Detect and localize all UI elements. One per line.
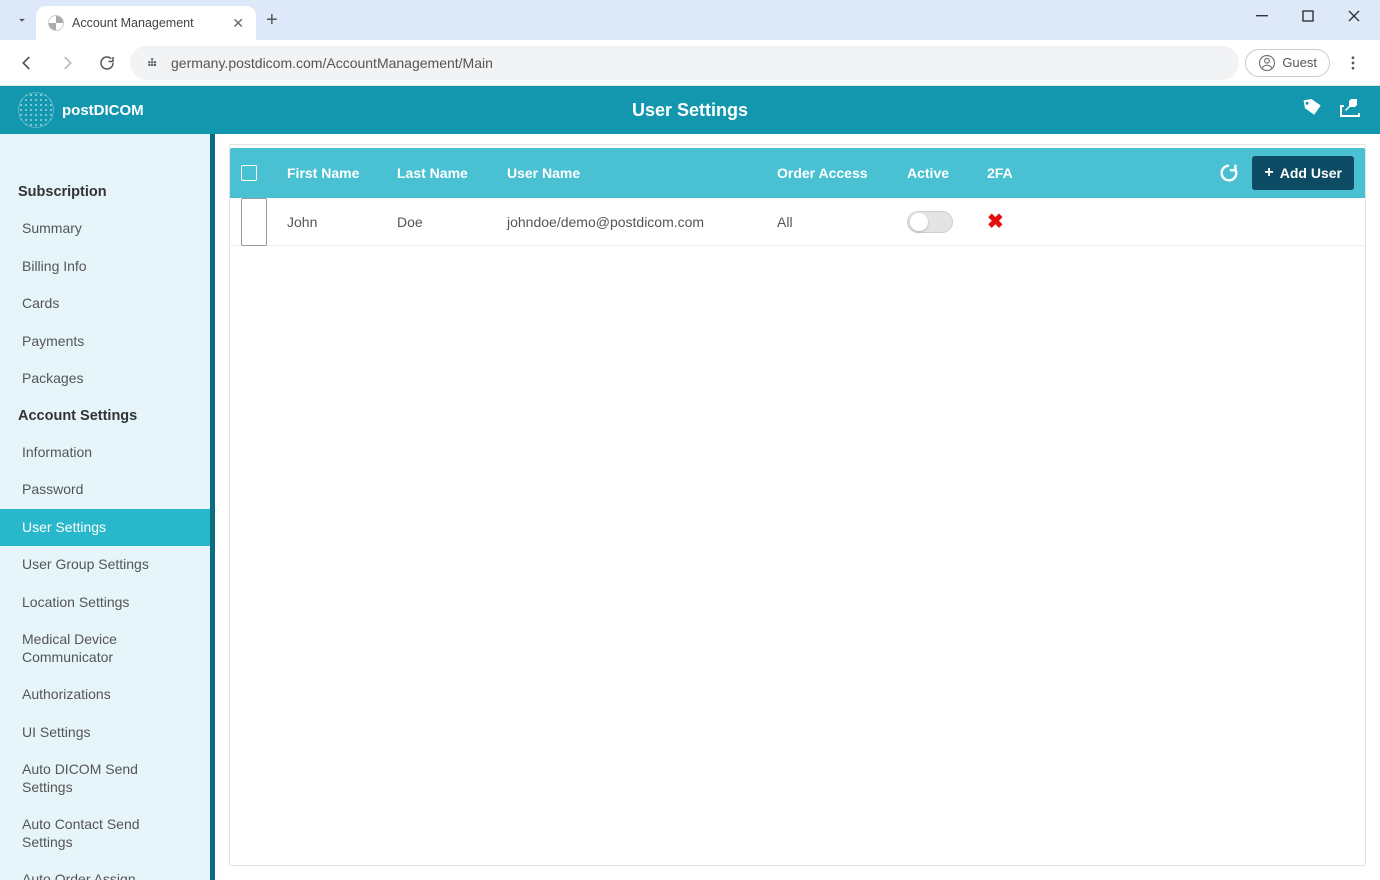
- col-user-name[interactable]: User Name: [501, 165, 771, 181]
- window-minimize-button[interactable]: [1240, 0, 1284, 32]
- tab-title: Account Management: [72, 16, 194, 30]
- cell-user-name: johndoe/demo@postdicom.com: [501, 214, 771, 230]
- app-header: postDICOM User Settings: [0, 86, 1380, 134]
- tab-list-dropdown[interactable]: [8, 6, 36, 34]
- brand-name: postDICOM: [62, 102, 144, 119]
- app-body: Subscription Summary Billing Info Cards …: [0, 134, 1380, 880]
- add-user-button[interactable]: + Add User: [1252, 156, 1354, 190]
- col-active[interactable]: Active: [901, 165, 981, 181]
- logo-icon: [18, 92, 54, 128]
- col-order-access[interactable]: Order Access: [771, 165, 901, 181]
- sidebar-item-auto-dicom-send-settings[interactable]: Auto DICOM Send Settings: [0, 751, 210, 806]
- app-root: postDICOM User Settings Subscription Sum…: [0, 86, 1380, 880]
- browser-tab-strip: Account Management ✕ +: [0, 0, 1380, 40]
- content-area: First Name Last Name User Name Order Acc…: [215, 134, 1380, 880]
- browser-menu-button[interactable]: [1336, 46, 1370, 80]
- window-controls: [1240, 0, 1376, 32]
- sidebar-item-ui-settings[interactable]: UI Settings: [0, 714, 210, 752]
- brand-logo[interactable]: postDICOM: [18, 92, 144, 128]
- sidebar-item-information[interactable]: Information: [0, 434, 210, 472]
- nav-reload-button[interactable]: [90, 46, 124, 80]
- sidebar-item-user-group-settings[interactable]: User Group Settings: [0, 546, 210, 584]
- address-bar[interactable]: germany.postdicom.com/AccountManagement/…: [130, 46, 1239, 80]
- sidebar-item-auto-contact-send-settings[interactable]: Auto Contact Send Settings: [0, 806, 210, 861]
- sidebar-item-billing-info[interactable]: Billing Info: [0, 248, 210, 286]
- sidebar-item-summary[interactable]: Summary: [0, 210, 210, 248]
- url-text: germany.postdicom.com/AccountManagement/…: [171, 55, 493, 71]
- favicon-icon: [48, 15, 64, 31]
- site-settings-icon[interactable]: [144, 54, 161, 71]
- sidebar-item-user-settings[interactable]: User Settings: [0, 509, 210, 547]
- sidebar-item-cards[interactable]: Cards: [0, 285, 210, 323]
- active-toggle[interactable]: [907, 211, 953, 233]
- sidebar-header-account-settings: Account Settings: [0, 398, 210, 434]
- sidebar-item-auto-order-assign-settings[interactable]: Auto Order Assign Settings: [0, 861, 210, 880]
- profile-guest-button[interactable]: Guest: [1245, 49, 1330, 77]
- nav-forward-button[interactable]: [50, 46, 84, 80]
- new-tab-button[interactable]: +: [266, 9, 278, 32]
- header-action-icons: [1300, 96, 1362, 125]
- add-user-label: Add User: [1280, 165, 1342, 181]
- guest-label: Guest: [1282, 55, 1317, 70]
- browser-tab[interactable]: Account Management ✕: [36, 6, 256, 40]
- select-all-checkbox[interactable]: [241, 165, 257, 181]
- sidebar-item-packages[interactable]: Packages: [0, 360, 210, 398]
- row-checkbox[interactable]: [241, 198, 267, 246]
- plus-icon: +: [1264, 164, 1273, 182]
- cell-order-access: All: [771, 214, 901, 230]
- sidebar-item-password[interactable]: Password: [0, 471, 210, 509]
- content-frame-border: [229, 144, 1366, 866]
- browser-toolbar: germany.postdicom.com/AccountManagement/…: [0, 40, 1380, 86]
- sidebar: Subscription Summary Billing Info Cards …: [0, 134, 215, 880]
- sidebar-item-location-settings[interactable]: Location Settings: [0, 584, 210, 622]
- page-title: User Settings: [632, 100, 748, 121]
- col-first-name[interactable]: First Name: [281, 165, 391, 181]
- pricing-icon[interactable]: [1300, 96, 1324, 125]
- sidebar-item-payments[interactable]: Payments: [0, 323, 210, 361]
- cell-last-name: Doe: [391, 214, 501, 230]
- toggle-knob: [910, 213, 928, 231]
- sidebar-item-medical-device-communicator[interactable]: Medical Device Communicator: [0, 621, 210, 676]
- two-fa-disabled-x-icon: ✖: [987, 211, 1004, 233]
- exit-icon[interactable]: [1338, 96, 1362, 125]
- nav-back-button[interactable]: [10, 46, 44, 80]
- sidebar-item-authorizations[interactable]: Authorizations: [0, 676, 210, 714]
- sidebar-header-subscription: Subscription: [0, 174, 210, 210]
- user-table-row[interactable]: John Doe johndoe/demo@postdicom.com All …: [229, 198, 1366, 246]
- window-maximize-button[interactable]: [1286, 0, 1330, 32]
- refresh-button[interactable]: [1214, 158, 1244, 188]
- col-2fa[interactable]: 2FA: [981, 165, 1061, 181]
- cell-first-name: John: [281, 214, 391, 230]
- tab-close-icon[interactable]: ✕: [232, 15, 244, 32]
- user-table-header: First Name Last Name User Name Order Acc…: [229, 148, 1366, 198]
- window-close-button[interactable]: [1332, 0, 1376, 32]
- col-last-name[interactable]: Last Name: [391, 165, 501, 181]
